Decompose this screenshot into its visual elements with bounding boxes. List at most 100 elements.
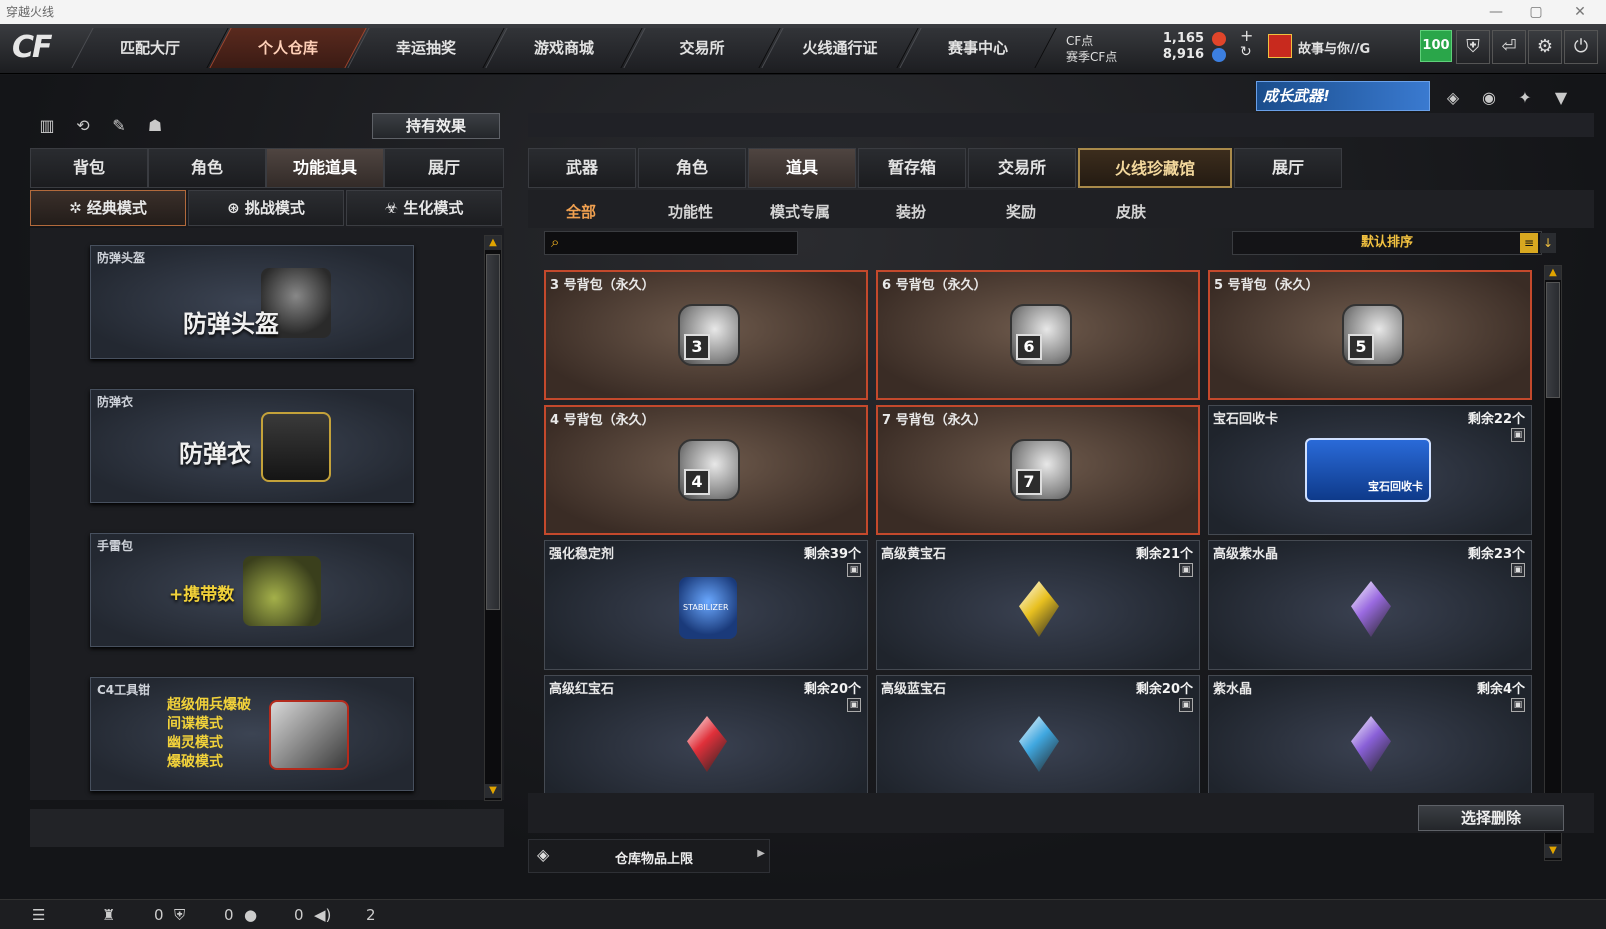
trash-icon[interactable]: ▣ <box>1511 428 1525 442</box>
nav-tab-exchange[interactable]: 交易所 <box>623 28 781 68</box>
volume-icon[interactable]: ◀) <box>314 906 331 924</box>
right-scrollbar[interactable]: ▲ ▼ <box>1544 265 1562 861</box>
search-input[interactable] <box>573 234 793 252</box>
left-scroll-thumb[interactable] <box>486 254 500 610</box>
left-scrollbar[interactable]: ▲ ▼ <box>484 235 502 801</box>
trash-icon[interactable]: ▣ <box>1179 563 1193 577</box>
trash-icon[interactable]: ▣ <box>1511 698 1525 712</box>
volume-level: 2 <box>366 906 376 924</box>
item-card[interactable]: 高级红宝石 剩余20个 ▣ <box>544 675 868 805</box>
right-tab-items[interactable]: 道具 <box>748 148 856 188</box>
close-button[interactable]: ✕ <box>1560 0 1600 24</box>
list-view-icon[interactable]: ≡ <box>1520 233 1538 253</box>
item-name: 5 号背包（永久） <box>1214 278 1319 293</box>
badge-v-icon[interactable]: ◈ <box>1440 85 1466 111</box>
layers-icon: ◈ <box>537 845 550 864</box>
item-card[interactable]: 4 号背包（永久） 4 <box>544 405 868 535</box>
globe-icon[interactable]: ◉ <box>1476 85 1502 111</box>
sort-dropdown[interactable]: 默认排序 <box>1232 231 1542 255</box>
trash-icon[interactable]: ▣ <box>847 563 861 577</box>
subtab-mode-exclusive[interactable]: 模式专属 <box>770 201 830 222</box>
subtab-cosmetic[interactable]: 装扮 <box>896 201 926 222</box>
item-name: 紫水晶 <box>1213 682 1253 697</box>
exit-lobby-icon[interactable]: ⏎ <box>1492 30 1526 64</box>
item-card[interactable]: 7 号背包（永久） 7 <box>876 405 1200 535</box>
guild-icon[interactable]: ⛨ <box>174 906 185 924</box>
bag-pouch-icon[interactable]: ☗ <box>142 113 168 139</box>
card-vest[interactable]: 防弹衣 防弹衣 <box>90 389 414 503</box>
mode-classic[interactable]: ✲ 经典模式 <box>30 190 186 226</box>
trash-icon[interactable]: ▣ <box>1179 698 1193 712</box>
card-grenade-pack[interactable]: 手雷包 +携带数 <box>90 533 414 647</box>
menu-list-icon[interactable]: ☰ <box>32 906 45 924</box>
gear-icon[interactable]: ⚙ <box>1528 30 1562 64</box>
cf-logo[interactable]: CF <box>4 26 72 70</box>
item-card[interactable]: 紫水晶 剩余4个 ▣ <box>1208 675 1532 805</box>
level-badge[interactable]: 100 <box>1420 30 1452 62</box>
card-c4-pliers[interactable]: C4工具钳 超级佣兵爆破 间谍模式 幽灵模式 爆破模式 <box>90 677 414 791</box>
right-tab-weapons[interactable]: 武器 <box>528 148 636 188</box>
friends-icon[interactable]: ♜ <box>102 906 115 924</box>
item-card[interactable]: 高级黄宝石 剩余21个 ▣ <box>876 540 1200 670</box>
repair-icon[interactable]: ✎ <box>106 113 132 139</box>
right-tab-temp-storage[interactable]: 暂存箱 <box>858 148 966 188</box>
grid-scroll-up-icon[interactable]: ▲ <box>1545 266 1561 280</box>
item-card[interactable]: 宝石回收卡 剩余22个 ▣ 宝石回收卡 <box>1208 405 1532 535</box>
subtab-all[interactable]: 全部 <box>566 201 596 222</box>
mode-challenge[interactable]: ⊛ 挑战模式 <box>188 190 344 226</box>
item-name: 7 号背包（永久） <box>882 413 987 428</box>
item-card[interactable]: 高级蓝宝石 剩余20个 ▣ <box>876 675 1200 805</box>
vip-icon[interactable]: ▼ <box>1548 85 1574 111</box>
stats-icon[interactable]: ▥ <box>34 113 60 139</box>
left-tab-showroom[interactable]: 展厅 <box>384 148 504 188</box>
minimize-button[interactable]: — <box>1476 0 1516 24</box>
user-name[interactable]: 故事与你//G <box>1298 38 1370 57</box>
subtab-reward[interactable]: 奖励 <box>1006 201 1036 222</box>
scroll-down-icon[interactable]: ▼ <box>485 784 501 798</box>
sort-order-icon[interactable]: ↓ <box>1540 233 1556 253</box>
promo-banner[interactable]: 成长武器! <box>1256 81 1430 111</box>
left-tab-function-items[interactable]: 功能道具 <box>266 148 384 188</box>
nav-tab-game-shop[interactable]: 游戏商城 <box>485 28 643 68</box>
right-tab-character[interactable]: 角色 <box>638 148 746 188</box>
history-icon[interactable]: ⟲ <box>70 113 96 139</box>
star-event-icon[interactable]: ✦ <box>1512 85 1538 111</box>
left-tab-character[interactable]: 角色 <box>148 148 266 188</box>
right-tab-collection[interactable]: 火线珍藏馆 <box>1078 148 1232 188</box>
item-card[interactable]: 5 号背包（永久） 5 <box>1208 270 1532 400</box>
grid-scroll-down-icon[interactable]: ▼ <box>1545 844 1561 858</box>
recharge-plus-icon[interactable]: + <box>1240 26 1253 45</box>
right-tab-exchange[interactable]: 交易所 <box>968 148 1076 188</box>
power-icon[interactable]: ⏻ <box>1564 30 1598 64</box>
window-title-bar: 穿越火线 <box>0 0 1606 24</box>
item-card[interactable]: 6 号背包（永久） 6 <box>876 270 1200 400</box>
storage-limit-bar[interactable]: ◈ 仓库物品上限 ▶ <box>528 839 770 873</box>
card-helmet[interactable]: 防弹头盔 防弹头盔 <box>90 245 414 359</box>
maximize-button[interactable]: ▢ <box>1516 0 1556 24</box>
chat-icon[interactable]: ● <box>244 906 257 924</box>
nav-tab-lucky-draw[interactable]: 幸运抽奖 <box>347 28 505 68</box>
item-card[interactable]: 3 号背包（永久） 3 <box>544 270 868 400</box>
right-scroll-thumb[interactable] <box>1546 282 1560 398</box>
item-card[interactable]: 强化稳定剂 剩余39个 ▣ STABILIZER <box>544 540 868 670</box>
select-delete-button[interactable]: 选择删除 <box>1418 805 1564 831</box>
trash-icon[interactable]: ▣ <box>1511 563 1525 577</box>
shield-icon[interactable]: ⛨ <box>1456 30 1490 64</box>
refresh-icon[interactable]: ↻ <box>1240 44 1252 60</box>
right-tab-showroom[interactable]: 展厅 <box>1234 148 1342 188</box>
nav-tab-match-lobby[interactable]: 匹配大厅 <box>71 28 229 68</box>
vest-icon <box>261 412 331 482</box>
nav-tab-battle-pass[interactable]: 火线通行证 <box>761 28 919 68</box>
left-tab-backpack[interactable]: 背包 <box>30 148 148 188</box>
nav-tab-personal-storage[interactable]: 个人仓库 <box>209 28 367 68</box>
subtab-functional[interactable]: 功能性 <box>668 201 713 222</box>
item-count: 剩余21个 <box>1135 547 1193 562</box>
item-card[interactable]: 高级紫水晶 剩余23个 ▣ <box>1208 540 1532 670</box>
trash-icon[interactable]: ▣ <box>847 698 861 712</box>
search-box[interactable]: ⌕ <box>544 231 798 255</box>
nav-tab-event-center[interactable]: 赛事中心 <box>899 28 1057 68</box>
hold-effect-button[interactable]: 持有效果 <box>372 113 500 139</box>
scroll-up-icon[interactable]: ▲ <box>485 236 501 250</box>
subtab-skin[interactable]: 皮肤 <box>1116 201 1146 222</box>
mode-bio[interactable]: ☣ 生化模式 <box>346 190 502 226</box>
